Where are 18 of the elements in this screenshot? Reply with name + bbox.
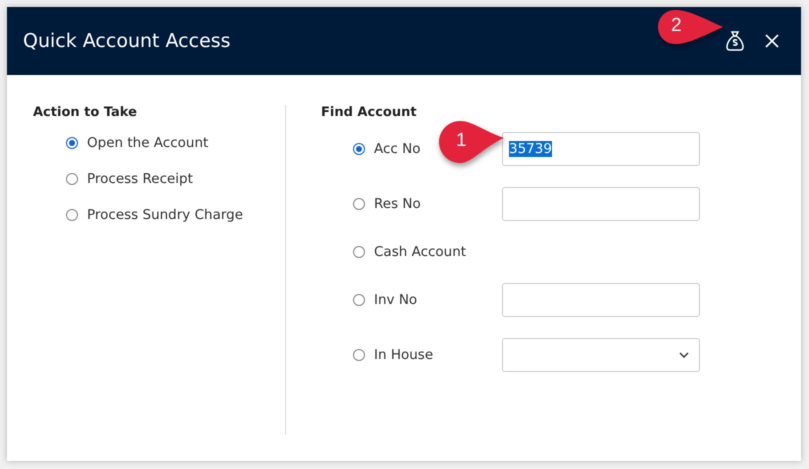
input-field[interactable]: 35739: [502, 132, 700, 166]
callout-marker: 1: [438, 120, 504, 164]
radio-option[interactable]: Inv No: [353, 292, 502, 308]
radio-option[interactable]: In House: [353, 347, 502, 363]
window-title: Quick Account Access: [23, 30, 231, 52]
section-heading: Action to Take: [33, 105, 138, 120]
chevron-icon: [679, 352, 689, 358]
callout-marker: 2: [657, 9, 723, 45]
input-field[interactable]: [502, 187, 700, 221]
input-field[interactable]: [502, 283, 700, 317]
radio-option[interactable]: Cash Account: [353, 244, 502, 260]
radio-option[interactable]: Process Sundry Charge: [66, 207, 285, 223]
section-heading: Find Account: [321, 105, 418, 120]
dropdown-field[interactable]: [502, 338, 700, 372]
radio-option[interactable]: Open the Account: [66, 135, 285, 151]
radio-option[interactable]: Process Receipt: [66, 171, 285, 187]
radio-option[interactable]: Res No: [353, 196, 502, 212]
close-icon[interactable]: [765, 34, 779, 48]
